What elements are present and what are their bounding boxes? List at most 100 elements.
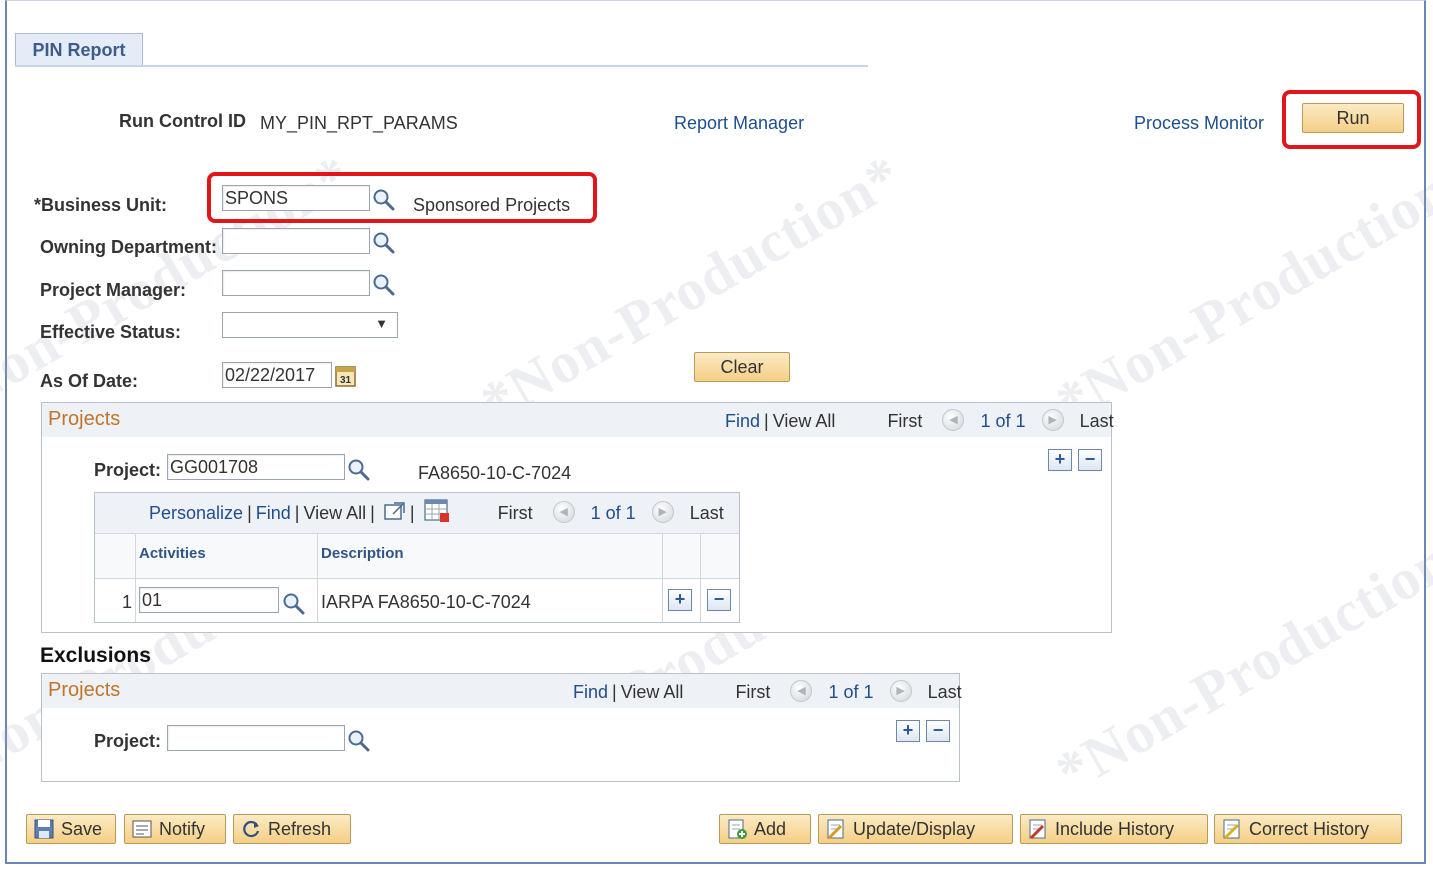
update-display-label: Update/Display bbox=[853, 818, 976, 839]
exclusions-group: Projects Find | View All First ◀ 1 of 1 ▶ … bbox=[41, 673, 962, 782]
notify-button[interactable]: Notify bbox=[124, 814, 226, 844]
save-button[interactable]: Save bbox=[26, 814, 116, 844]
svg-text:31: 31 bbox=[340, 375, 352, 386]
row-counter: 1 of 1 bbox=[828, 682, 874, 702]
lookup-icon[interactable] bbox=[282, 592, 306, 616]
grid-row-counter: 1 of 1 bbox=[590, 502, 636, 523]
grid-find-link[interactable]: Find bbox=[256, 503, 291, 523]
include-history-label: Include History bbox=[1055, 818, 1175, 839]
clear-button[interactable]: Clear bbox=[694, 352, 790, 382]
exclusions-group-header: Projects Find | View All First ◀ 1 of 1 ▶ … bbox=[42, 674, 962, 708]
last-label: Last bbox=[1079, 411, 1114, 431]
grid-next-arrow-icon[interactable]: ▶ bbox=[651, 501, 674, 523]
delete-row-icon[interactable]: − bbox=[1078, 449, 1102, 471]
refresh-label: Refresh bbox=[268, 818, 332, 839]
business-unit-input[interactable] bbox=[222, 185, 370, 211]
effective-status-label: Effective Status: bbox=[40, 322, 182, 342]
exclusion-project-label: Project: bbox=[94, 731, 162, 751]
projects-group: Projects Find | View All First ◀ 1 of 1 ▶ … bbox=[41, 402, 1114, 633]
add-button[interactable]: Add bbox=[719, 814, 811, 844]
refresh-icon bbox=[243, 820, 260, 838]
view-all-link[interactable]: View All bbox=[621, 682, 684, 702]
project-manager-label: Project Manager: bbox=[40, 280, 187, 300]
exclusions-navigation: Find | View All First ◀ 1 of 1 ▶ Last bbox=[573, 680, 962, 703]
personalize-link[interactable]: Personalize bbox=[149, 503, 243, 523]
grid-navigation: Personalize | Find | View All | | First ◀ 1 o… bbox=[149, 499, 724, 526]
exclusions-group-title: Projects bbox=[48, 679, 121, 701]
as-of-date-label: As Of Date: bbox=[40, 371, 139, 391]
run-control-value: MY_PIN_RPT_PARAMS bbox=[260, 113, 458, 133]
lookup-icon[interactable] bbox=[347, 729, 371, 753]
grid-divider bbox=[95, 578, 739, 579]
business-unit-label: *Business Unit: bbox=[34, 195, 168, 215]
exclusion-project-input[interactable] bbox=[167, 725, 345, 751]
find-link[interactable]: Find bbox=[573, 682, 608, 702]
business-unit-description: Sponsored Projects bbox=[413, 195, 571, 215]
projects-group-title: Projects bbox=[48, 408, 121, 430]
lookup-icon[interactable] bbox=[372, 273, 396, 297]
download-spreadsheet-icon[interactable] bbox=[423, 499, 450, 523]
view-all-link[interactable]: View All bbox=[773, 411, 836, 431]
project-description: FA8650-10-C-7024 bbox=[418, 463, 572, 483]
exclusions-heading: Exclusions bbox=[40, 644, 151, 667]
correct-history-label: Correct History bbox=[1249, 818, 1370, 839]
tab-pin-report[interactable]: PIN Report bbox=[15, 33, 143, 67]
lookup-icon[interactable] bbox=[372, 231, 396, 255]
save-label: Save bbox=[61, 818, 103, 839]
add-row-icon[interactable]: + bbox=[668, 589, 692, 611]
tab-underline bbox=[15, 65, 868, 67]
project-manager-input[interactable] bbox=[222, 270, 370, 296]
owning-department-label: Owning Department: bbox=[40, 237, 218, 257]
update-display-icon bbox=[827, 819, 844, 840]
add-row-icon[interactable]: + bbox=[896, 720, 920, 742]
last-label: Last bbox=[927, 682, 962, 702]
notify-icon bbox=[132, 820, 152, 838]
add-label: Add bbox=[754, 818, 787, 839]
activity-input[interactable] bbox=[139, 587, 279, 613]
correct-history-button[interactable]: Correct History bbox=[1214, 814, 1402, 844]
project-label: Project: bbox=[94, 460, 162, 480]
row-number: 1 bbox=[122, 592, 133, 612]
as-of-date-input[interactable] bbox=[222, 362, 332, 388]
grid-previous-arrow-icon[interactable]: ◀ bbox=[552, 501, 575, 523]
zoom-icon[interactable] bbox=[384, 501, 406, 521]
grid-view-all-link[interactable]: View All bbox=[303, 503, 366, 523]
column-header-description[interactable]: Description bbox=[321, 545, 404, 562]
first-label: First bbox=[735, 682, 771, 702]
save-icon bbox=[34, 819, 54, 839]
refresh-button[interactable]: Refresh bbox=[233, 814, 351, 844]
next-arrow-icon[interactable]: ▶ bbox=[1041, 409, 1064, 432]
project-input[interactable] bbox=[167, 454, 345, 480]
next-arrow-icon[interactable]: ▶ bbox=[889, 680, 912, 703]
include-history-button[interactable]: Include History bbox=[1020, 814, 1208, 844]
row-counter: 1 of 1 bbox=[980, 411, 1026, 431]
effective-status-select[interactable]: ▼ bbox=[222, 312, 398, 338]
report-manager-link[interactable]: Report Manager bbox=[674, 113, 804, 134]
activity-description: IARPA FA8650-10-C-7024 bbox=[321, 592, 531, 612]
process-monitor-link[interactable]: Process Monitor bbox=[1134, 113, 1264, 134]
projects-group-header: Projects Find | View All First ◀ 1 of 1 ▶ … bbox=[42, 403, 1114, 437]
run-button[interactable]: Run bbox=[1302, 103, 1404, 133]
lookup-icon[interactable] bbox=[347, 458, 371, 482]
owning-department-input[interactable] bbox=[222, 228, 370, 254]
dropdown-arrow-icon: ▼ bbox=[375, 316, 388, 331]
delete-row-icon[interactable]: − bbox=[926, 720, 950, 742]
grid-first-label: First bbox=[497, 502, 533, 523]
add-icon bbox=[728, 819, 747, 839]
notify-label: Notify bbox=[159, 818, 206, 839]
grid-last-label: Last bbox=[689, 502, 724, 523]
activities-grid: Personalize | Find | View All | | First ◀ 1 o… bbox=[94, 492, 740, 623]
delete-row-icon[interactable]: − bbox=[707, 589, 731, 611]
update-display-button[interactable]: Update/Display bbox=[818, 814, 1013, 844]
lookup-icon[interactable] bbox=[372, 188, 396, 212]
add-row-icon[interactable]: + bbox=[1048, 449, 1072, 471]
include-history-icon bbox=[1029, 819, 1046, 840]
projects-navigation: Find | View All First ◀ 1 of 1 ▶ Last bbox=[725, 409, 1114, 432]
first-label: First bbox=[887, 411, 923, 431]
calendar-icon[interactable]: 31 bbox=[334, 364, 358, 388]
previous-arrow-icon[interactable]: ◀ bbox=[942, 409, 965, 432]
previous-arrow-icon[interactable]: ◀ bbox=[790, 680, 813, 703]
column-header-activities[interactable]: Activities bbox=[139, 545, 206, 562]
find-link[interactable]: Find bbox=[725, 411, 760, 431]
run-control-label: Run Control ID bbox=[119, 111, 246, 131]
